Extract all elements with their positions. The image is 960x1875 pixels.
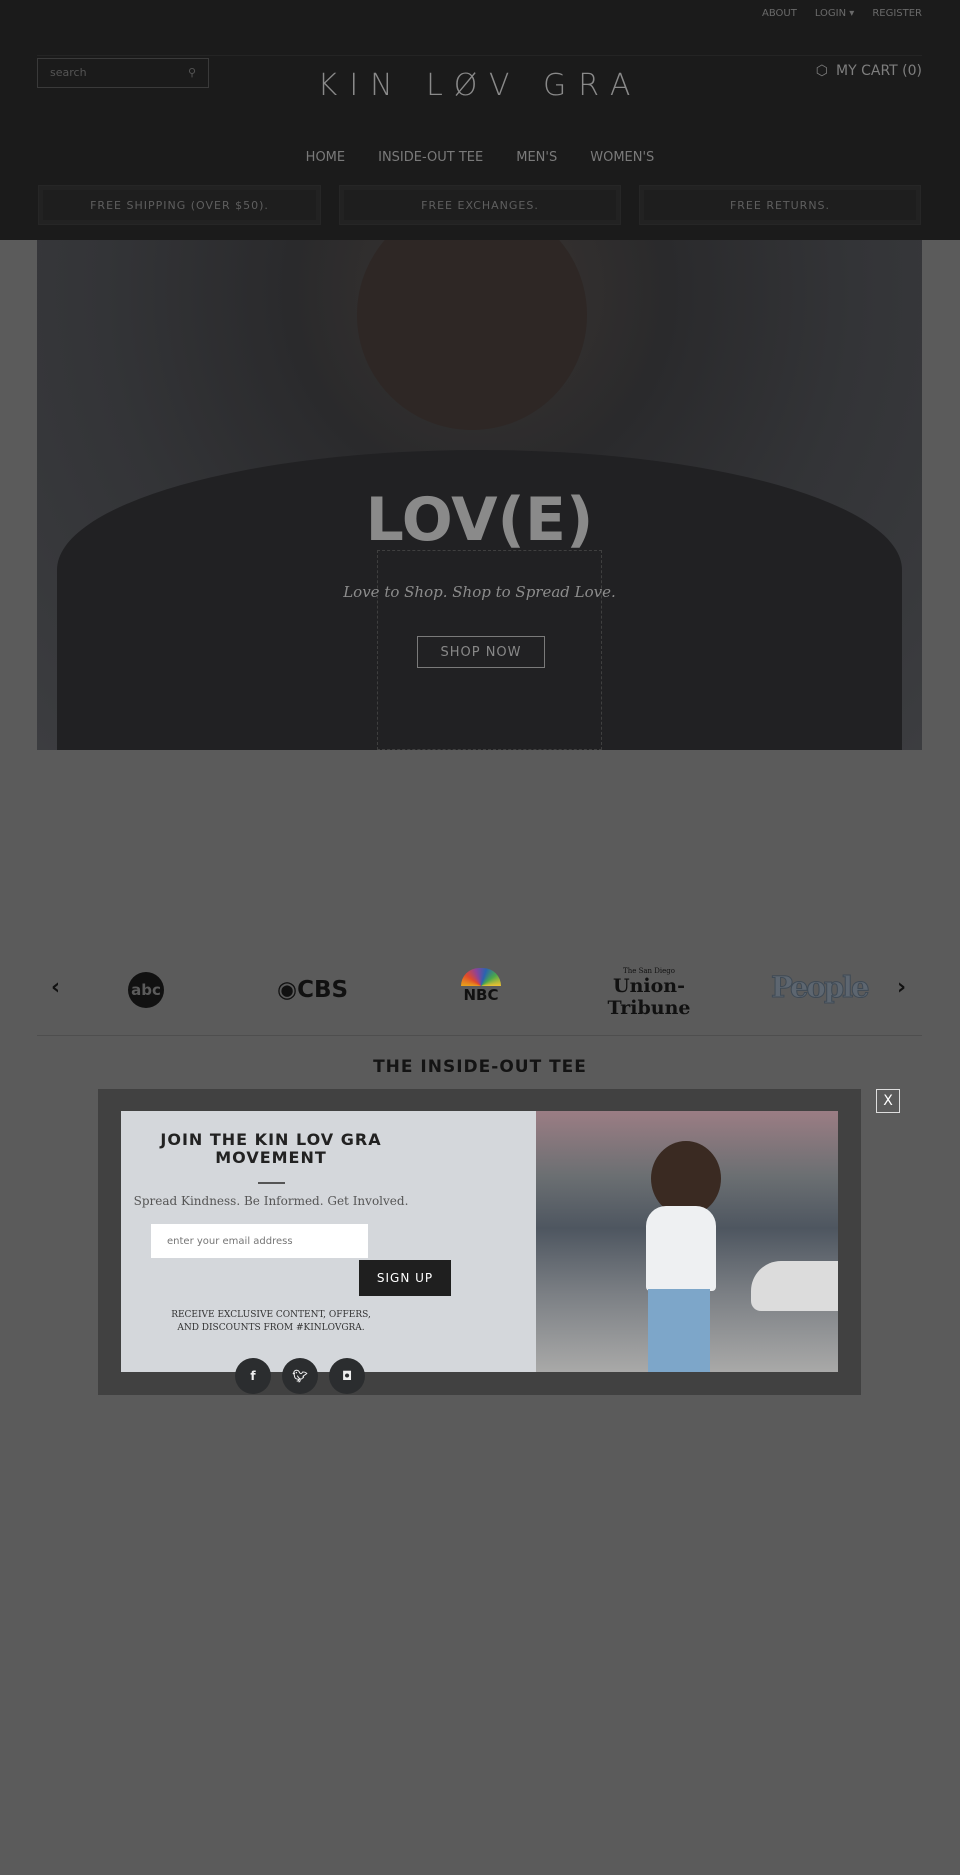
close-modal-button[interactable]: X [876, 1089, 900, 1113]
photo-car [751, 1261, 838, 1311]
people-logo: People [771, 970, 871, 1005]
facebook-icon[interactable]: f [235, 1358, 271, 1394]
nav-home[interactable]: HOME [306, 150, 345, 165]
sign-up-button[interactable]: SIGN UP [359, 1260, 451, 1296]
nav-womens[interactable]: WOMEN'S [590, 150, 654, 165]
model-photo [536, 1111, 838, 1372]
chevron-right-icon[interactable]: › [897, 975, 906, 1000]
divider [258, 1182, 285, 1184]
main-nav: HOME INSIDE-OUT TEE MEN'S WOMEN'S [0, 150, 960, 165]
cbs-eye-icon: ◉ [277, 977, 298, 1003]
cbs-text: CBS [297, 977, 349, 1003]
photo-hair [651, 1141, 721, 1216]
shop-now-button[interactable]: SHOP NOW [417, 636, 545, 668]
top-links: ABOUT LOGIN ▾ REGISTER [762, 8, 922, 19]
hero-banner: LOV(E) Love to Shop. Shop to Spread Love… [37, 240, 922, 750]
ut-small: The San Diego [623, 967, 675, 975]
register-link[interactable]: REGISTER [872, 8, 922, 19]
newsletter-modal: JOIN THE KIN LOV GRA MOVEMENT Spread Kin… [98, 1089, 861, 1395]
site-header: ABOUT LOGIN ▾ REGISTER search ⚲ KIN LØV G… [0, 0, 960, 240]
abc-logo: abc [128, 972, 164, 1008]
login-link[interactable]: LOGIN ▾ [815, 8, 854, 19]
cart-label: MY CART (0) [836, 63, 922, 79]
union-tribune-logo: The San Diego Union-Tribune [584, 967, 714, 1019]
nbc-text: NBC [463, 986, 499, 1004]
caret-down-icon: ▾ [849, 8, 855, 19]
hero-subtitle: Love to Shop. Shop to Spread Love. [343, 583, 616, 601]
divider [37, 55, 922, 56]
modal-title: JOIN THE KIN LOV GRA MOVEMENT [160, 1130, 382, 1167]
photo-shirt [646, 1206, 716, 1291]
email-input[interactable] [151, 1224, 368, 1258]
divider [37, 1035, 922, 1036]
about-link[interactable]: ABOUT [762, 8, 797, 19]
cart-link[interactable]: ⬡ MY CART (0) [816, 63, 922, 79]
perk-shipping: FREE SHIPPING (OVER $50). [38, 185, 321, 225]
peacock-icon [461, 968, 501, 986]
twitter-icon[interactable]: 🐦︎ [282, 1358, 318, 1394]
hero-image-head [357, 240, 587, 430]
ut-text: Union-Tribune [607, 975, 691, 1019]
modal-fine-print: RECEIVE EXCLUSIVE CONTENT, OFFERS, AND D… [171, 1310, 371, 1333]
perk-exchanges: FREE EXCHANGES. [339, 185, 621, 225]
hero-title: LOV(E) [365, 485, 594, 555]
modal-subtitle: Spread Kindness. Be Informed. Get Involv… [133, 1194, 409, 1208]
chevron-left-icon[interactable]: ‹ [51, 975, 60, 1000]
nav-inside-out-tee[interactable]: INSIDE-OUT TEE [378, 150, 483, 165]
perk-returns: FREE RETURNS. [639, 185, 921, 225]
nav-mens[interactable]: MEN'S [516, 150, 557, 165]
cbs-logo: ◉CBS [277, 977, 348, 1003]
press-carousel: ‹ abc ◉CBS NBC The San Diego Union-Tribun… [37, 965, 922, 1019]
modal-content: JOIN THE KIN LOV GRA MOVEMENT Spread Kin… [121, 1111, 838, 1394]
instagram-icon[interactable]: ◘ [329, 1358, 365, 1394]
section-title: THE INSIDE-OUT TEE [373, 1057, 587, 1077]
login-label: LOGIN [814, 8, 847, 19]
photo-jeans [648, 1289, 710, 1372]
cart-icon: ⬡ [815, 63, 829, 79]
nbc-logo: NBC [461, 968, 501, 1004]
